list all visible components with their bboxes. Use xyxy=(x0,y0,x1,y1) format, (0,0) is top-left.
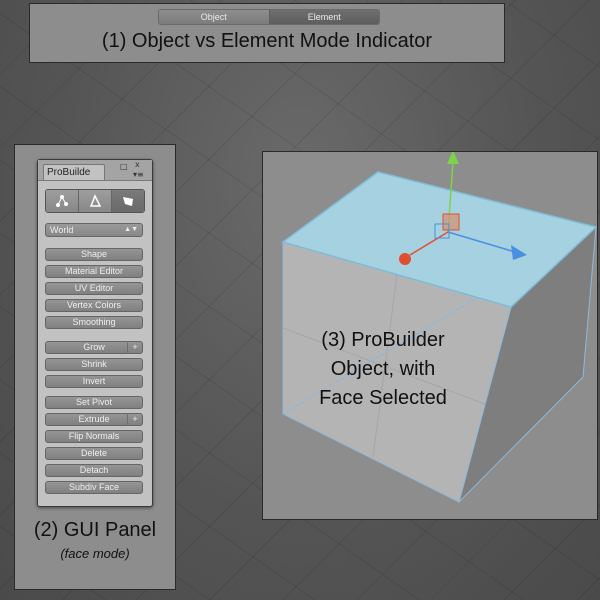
gui-panel-caption: (2) GUI Panel xyxy=(33,519,157,541)
y-axis-arrow-icon[interactable] xyxy=(447,152,459,164)
extrude-button[interactable]: Extrude + xyxy=(45,413,143,426)
close-icon[interactable]: x xyxy=(135,160,140,169)
edge-mode-button[interactable] xyxy=(79,190,112,212)
coordinate-space-value: World xyxy=(50,225,74,235)
selection-mode-toolbar xyxy=(45,189,145,213)
invert-button[interactable]: Invert xyxy=(45,375,143,388)
flip-normals-button[interactable]: Flip Normals xyxy=(45,430,143,443)
cube-caption-line-3: Face Selected xyxy=(319,387,447,409)
window-tab-bar: ProBuilde □ x ▾≡ xyxy=(38,160,152,181)
probuilder-window: ProBuilde □ x ▾≡ World ▲▼ Shape Material… xyxy=(37,159,153,507)
object-mode-button[interactable]: Object xyxy=(159,10,270,24)
uv-editor-button[interactable]: UV Editor xyxy=(45,282,143,295)
maximize-icon[interactable]: □ xyxy=(120,162,128,171)
shrink-button[interactable]: Shrink xyxy=(45,358,143,371)
probuilder-tab[interactable]: ProBuilde xyxy=(43,164,105,180)
coordinate-space-dropdown[interactable]: World ▲▼ xyxy=(45,223,143,237)
element-mode-button[interactable]: Element xyxy=(269,10,379,24)
detach-button[interactable]: Detach xyxy=(45,464,143,477)
subdiv-face-button[interactable]: Subdiv Face xyxy=(45,481,143,494)
smoothing-button[interactable]: Smoothing xyxy=(45,316,143,329)
extrude-options-button[interactable]: + xyxy=(127,413,142,426)
vertex-mode-icon xyxy=(56,195,68,207)
cube-caption-line-1: (3) ProBuilder xyxy=(321,329,445,351)
dropdown-arrow-icon: ▲▼ xyxy=(124,226,138,233)
z-axis-cone-icon[interactable] xyxy=(399,253,411,265)
grow-options-button[interactable]: + xyxy=(127,341,142,354)
plane-handle-xy[interactable] xyxy=(442,213,460,231)
grow-button[interactable]: Grow + xyxy=(45,341,143,354)
vertex-mode-button[interactable] xyxy=(46,190,79,212)
mode-indicator-caption: (1) Object vs Element Mode Indicator xyxy=(101,30,433,52)
shape-button[interactable]: Shape xyxy=(45,248,143,261)
gui-panel-frame: ProBuilde □ x ▾≡ World ▲▼ Shape Material… xyxy=(14,144,176,590)
cube-view-caption: (3) ProBuilder Object, with Face Selecte… xyxy=(273,326,493,413)
material-editor-button[interactable]: Material Editor xyxy=(45,265,143,278)
delete-button[interactable]: Delete xyxy=(45,447,143,460)
vertex-colors-button[interactable]: Vertex Colors xyxy=(45,299,143,312)
extrude-label: Extrude xyxy=(78,414,110,424)
grow-label: Grow xyxy=(83,342,105,352)
edge-mode-icon xyxy=(89,194,102,207)
object-element-toggle[interactable]: Object Element xyxy=(158,9,380,25)
cube-view-panel: (3) ProBuilder Object, with Face Selecte… xyxy=(262,151,598,520)
mode-indicator-panel: Object Element (1) Object vs Element Mod… xyxy=(29,3,505,63)
window-menu-icon[interactable]: ▾≡ xyxy=(133,170,144,179)
face-mode-button[interactable] xyxy=(112,190,144,212)
set-pivot-button[interactable]: Set Pivot xyxy=(45,396,143,409)
gui-panel-subcaption: (face mode) xyxy=(60,546,130,561)
cube-caption-line-2: Object, with xyxy=(330,358,436,380)
face-mode-icon xyxy=(123,197,133,206)
